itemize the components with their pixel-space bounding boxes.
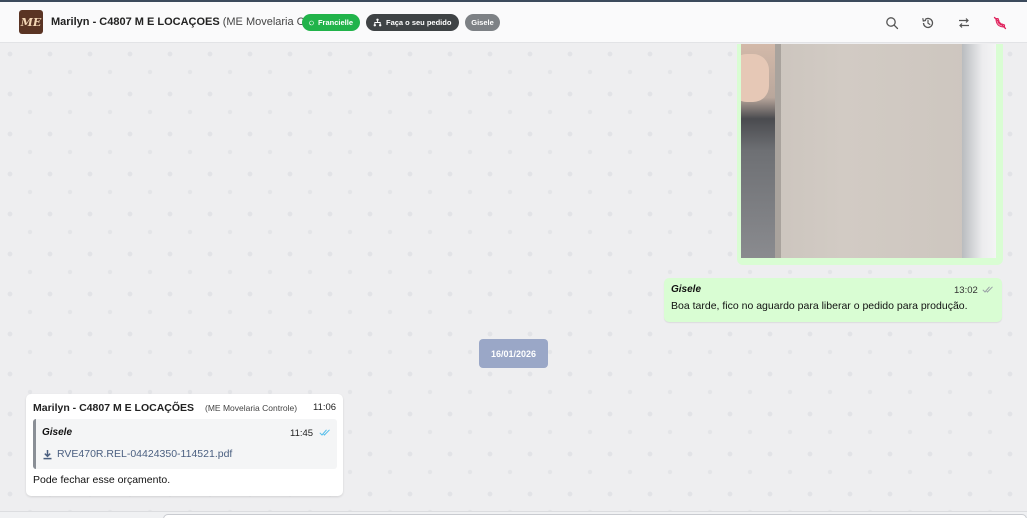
quoted-message[interactable]: Gisele 11:45 RVE470R.REL-04424350-114521… (33, 419, 337, 469)
chat-area[interactable]: Gisele 13:02 Boa tarde, fico no aguardo … (0, 44, 1027, 518)
contact-avatar[interactable]: ME (19, 10, 43, 34)
history-icon[interactable] (921, 16, 935, 30)
incoming-message-bubble[interactable]: Marilyn - C4807 M E LOCAÇÕES (ME Movelar… (26, 394, 343, 496)
user-chip[interactable]: Gisele (465, 14, 500, 31)
agent-chip-label: Francielle (317, 18, 353, 27)
chat-header: ME Marilyn - C4807 M E LOCAÇOES (ME Movel… (0, 2, 1027, 43)
message-sender: Gisele (671, 284, 702, 295)
photo-detail (741, 54, 769, 102)
search-icon[interactable] (885, 16, 899, 30)
message-text: Pode fechar esse orçamento. (33, 474, 171, 486)
flow-icon (373, 18, 382, 27)
message-sender-org: (ME Movelaria Controle) (205, 403, 298, 413)
download-icon (43, 449, 52, 459)
quoted-time: 11:45 (290, 428, 314, 439)
agent-chip[interactable]: Francielle (302, 14, 360, 31)
image-message-bubble[interactable] (737, 44, 1003, 265)
image-attachment[interactable] (741, 44, 996, 258)
message-time: 11:06 (313, 402, 337, 413)
message-sender: Marilyn - C4807 M E LOCAÇÕES (33, 402, 195, 414)
photo-detail (962, 44, 996, 258)
message-time: 13:02 (954, 285, 978, 296)
order-chip-label: Faça o seu pedido (386, 18, 452, 27)
date-separator: 16/01/2026 (479, 339, 548, 368)
whatsapp-icon (309, 20, 314, 25)
order-chip[interactable]: Faça o seu pedido (366, 14, 459, 31)
user-chip-label: Gisele (471, 18, 494, 27)
quoted-sender: Gisele (42, 427, 73, 438)
message-text: Boa tarde, fico no aguardo para liberar … (671, 300, 968, 312)
avatar-logo-text: ME (20, 15, 42, 29)
end-call-icon[interactable] (993, 16, 1007, 30)
transfer-icon[interactable] (957, 16, 971, 30)
message-input[interactable] (163, 514, 1027, 518)
double-check-icon (982, 286, 993, 293)
file-name: RVE470R.REL-04424350-114521.pdf (57, 448, 233, 460)
photo-detail (775, 44, 781, 258)
contact-title: Marilyn - C4807 M E LOCAÇOES (ME Movelari… (51, 16, 342, 28)
double-check-icon (319, 429, 330, 436)
file-attachment-link[interactable]: RVE470R.REL-04424350-114521.pdf (42, 448, 232, 460)
outgoing-message-bubble[interactable]: Gisele 13:02 Boa tarde, fico no aguardo … (664, 278, 1002, 322)
contact-name: Marilyn - C4807 M E LOCAÇOES (51, 16, 220, 28)
